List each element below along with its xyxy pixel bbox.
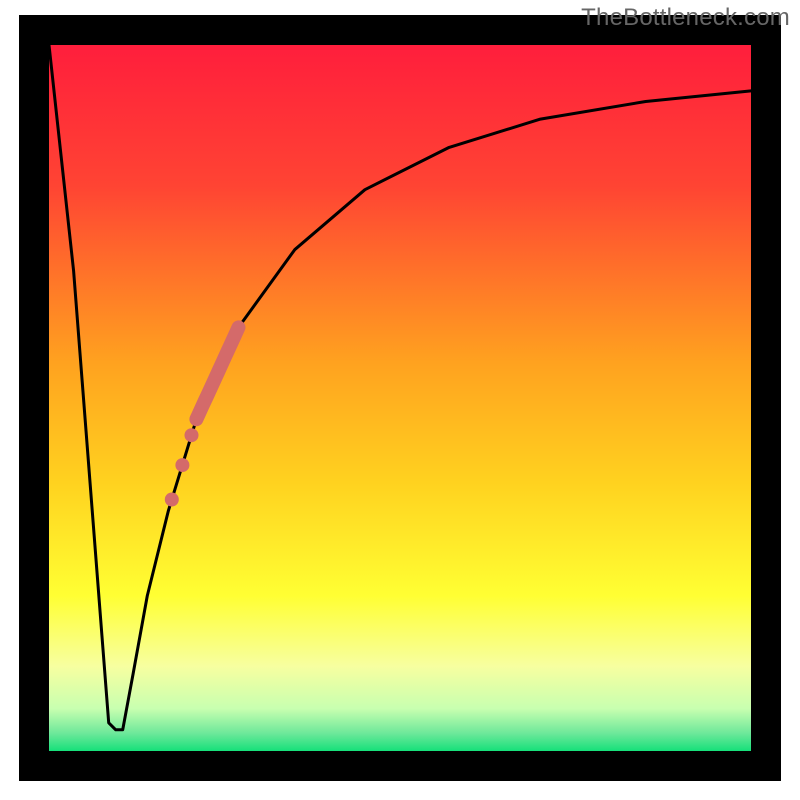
highlight-dot	[165, 493, 179, 507]
chart-stage: TheBottleneck.com	[0, 0, 800, 800]
plot-background	[49, 45, 751, 751]
bottleneck-chart	[0, 0, 800, 800]
highlight-dot	[185, 428, 199, 442]
highlight-dot	[175, 458, 189, 472]
